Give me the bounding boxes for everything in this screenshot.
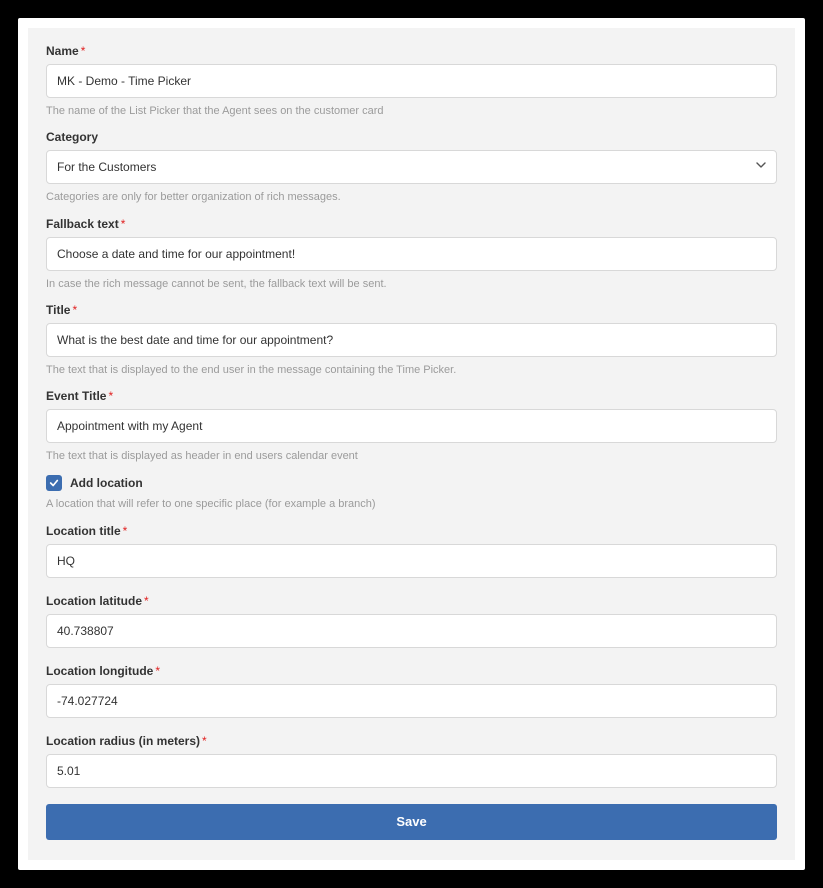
name-help: The name of the List Picker that the Age… (46, 104, 777, 118)
fallback-input[interactable] (46, 237, 777, 271)
location-title-input[interactable] (46, 544, 777, 578)
field-longitude: Location longitude* (46, 664, 777, 718)
form-panel: Name* The name of the List Picker that t… (28, 28, 795, 860)
add-location-label: Add location (70, 476, 143, 490)
field-name: Name* (46, 44, 777, 98)
latitude-label: Location latitude* (46, 594, 777, 608)
name-input[interactable] (46, 64, 777, 98)
name-label: Name* (46, 44, 777, 58)
field-category: Category (46, 130, 777, 184)
required-indicator: * (144, 594, 149, 608)
field-radius: Location radius (in meters)* (46, 734, 777, 788)
event-title-label: Event Title* (46, 389, 777, 403)
longitude-input[interactable] (46, 684, 777, 718)
location-title-label: Location title* (46, 524, 777, 538)
field-latitude: Location latitude* (46, 594, 777, 648)
event-title-input[interactable] (46, 409, 777, 443)
field-event-title: Event Title* (46, 389, 777, 443)
add-location-help: A location that will refer to one specif… (46, 497, 777, 511)
required-indicator: * (108, 389, 113, 403)
field-add-location: Add location (46, 475, 777, 491)
title-help: The text that is displayed to the end us… (46, 363, 777, 377)
fallback-label: Fallback text* (46, 217, 777, 231)
title-input[interactable] (46, 323, 777, 357)
radius-label: Location radius (in meters)* (46, 734, 777, 748)
required-indicator: * (81, 44, 86, 58)
fallback-help: In case the rich message cannot be sent,… (46, 277, 777, 291)
field-location-title: Location title* (46, 524, 777, 578)
event-title-help: The text that is displayed as header in … (46, 449, 777, 463)
add-location-checkbox[interactable] (46, 475, 62, 491)
field-title: Title* (46, 303, 777, 357)
longitude-label: Location longitude* (46, 664, 777, 678)
required-indicator: * (121, 217, 126, 231)
title-label: Title* (46, 303, 777, 317)
required-indicator: * (72, 303, 77, 317)
radius-input[interactable] (46, 754, 777, 788)
category-label: Category (46, 130, 777, 144)
required-indicator: * (202, 734, 207, 748)
field-fallback: Fallback text* (46, 217, 777, 271)
category-select[interactable] (46, 150, 777, 184)
category-help: Categories are only for better organizat… (46, 190, 777, 204)
required-indicator: * (155, 664, 160, 678)
latitude-input[interactable] (46, 614, 777, 648)
required-indicator: * (123, 524, 128, 538)
save-button[interactable]: Save (46, 804, 777, 840)
